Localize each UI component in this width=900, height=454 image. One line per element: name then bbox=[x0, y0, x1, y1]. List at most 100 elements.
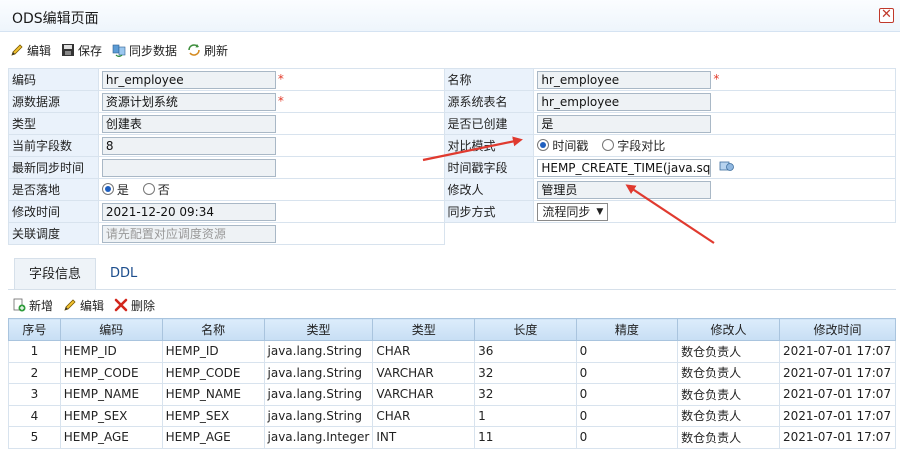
compare-fields-radio[interactable]: 字段对比 bbox=[602, 137, 665, 154]
source-table-label: 源系统表名 bbox=[443, 90, 535, 113]
sync-mode-select[interactable]: 流程同步 ▼ bbox=[537, 202, 609, 221]
table-cell: VARCHAR bbox=[372, 361, 476, 384]
table-cell: HEMP_AGE bbox=[59, 426, 163, 449]
table-cell: 5 bbox=[8, 426, 61, 449]
refresh-button[interactable]: 刷新 bbox=[187, 42, 228, 59]
table-cell: 0 bbox=[575, 340, 679, 363]
tab-ddl[interactable]: DDL bbox=[96, 258, 151, 289]
column-header[interactable]: 修改人 bbox=[677, 318, 780, 341]
column-header[interactable]: 长度 bbox=[474, 318, 577, 341]
landing-yes-radio[interactable]: 是 bbox=[101, 181, 129, 198]
table-cell: java.lang.String bbox=[263, 404, 374, 427]
table-cell: 0 bbox=[575, 404, 679, 427]
created-input[interactable]: 是 bbox=[537, 114, 712, 133]
column-header[interactable]: 精度 bbox=[575, 318, 679, 341]
table-cell: HEMP_CODE bbox=[161, 361, 265, 384]
add-label: 新增 bbox=[29, 298, 54, 313]
modify-time-input[interactable]: 2021-12-20 09:34 bbox=[101, 202, 276, 221]
compare-timestamp-radio[interactable]: 时间戳 bbox=[537, 137, 588, 154]
table-cell: HEMP_ID bbox=[161, 340, 265, 363]
modifier-input[interactable]: 管理员 bbox=[537, 180, 712, 199]
type-label: 类型 bbox=[8, 112, 99, 135]
table-cell: 0 bbox=[575, 383, 679, 406]
table-row[interactable]: 2 HEMP_CODE HEMP_CODE java.lang.String VARCH… bbox=[8, 361, 897, 384]
table-cell: 数仓负责人 bbox=[677, 404, 780, 427]
sync-data-button[interactable]: 同步数据 bbox=[112, 42, 177, 59]
table-body: 1 HEMP_ID HEMP_ID java.lang.String CHAR 36 0 数仓… bbox=[8, 340, 897, 449]
field-picker-icon[interactable] bbox=[719, 159, 735, 176]
landing-no-radio[interactable]: 否 bbox=[142, 181, 170, 198]
field-count-input[interactable]: 8 bbox=[101, 136, 276, 155]
table-cell: HEMP_NAME bbox=[59, 383, 163, 406]
table-cell: CHAR bbox=[372, 340, 476, 363]
timestamp-field-input[interactable]: HEMP_CREATE_TIME(java.sql.T bbox=[537, 158, 712, 177]
tab-field-info[interactable]: 字段信息 bbox=[14, 258, 97, 289]
column-header[interactable]: 编码 bbox=[59, 318, 163, 341]
required-mark: * bbox=[277, 94, 284, 108]
table-row[interactable]: 3 HEMP_NAME HEMP_NAME java.lang.String VARCH… bbox=[8, 383, 897, 406]
source-table-input[interactable]: hr_employee bbox=[537, 92, 712, 111]
refresh-icon bbox=[187, 43, 201, 57]
table-row[interactable]: 4 HEMP_SEX HEMP_SEX java.lang.String CHAR 1 0 数… bbox=[8, 404, 897, 427]
column-header[interactable]: 修改时间 bbox=[778, 318, 897, 341]
modify-time-label: 修改时间 bbox=[8, 200, 99, 223]
field-table: 序号 编码 名称 类型 类型 长度 精度 修改人 修改时间 1 HEMP_ID HEMP_ID jav… bbox=[8, 318, 897, 449]
table-row[interactable]: 1 HEMP_ID HEMP_ID java.lang.String CHAR 36 0 数仓… bbox=[8, 340, 897, 363]
modifier-label: 修改人 bbox=[443, 178, 535, 201]
table-cell: java.lang.String bbox=[263, 361, 374, 384]
timestamp-field-label: 时间戳字段 bbox=[443, 156, 535, 179]
add-doc-icon bbox=[12, 298, 26, 312]
table-cell: 36 bbox=[474, 340, 577, 363]
name-input[interactable]: hr_employee bbox=[537, 70, 712, 89]
table-cell: VARCHAR bbox=[372, 383, 476, 406]
table-cell: 2021-07-01 17:07 bbox=[778, 404, 897, 427]
sync-mode-label: 同步方式 bbox=[443, 200, 535, 223]
last-sync-input[interactable] bbox=[101, 158, 276, 177]
table-cell: java.lang.String bbox=[263, 340, 374, 363]
sync-label: 同步数据 bbox=[129, 43, 178, 58]
column-header[interactable]: 名称 bbox=[161, 318, 265, 341]
required-mark: * bbox=[713, 72, 720, 86]
source-label: 源数据源 bbox=[8, 90, 99, 113]
created-label: 是否已创建 bbox=[443, 112, 535, 135]
table-row[interactable]: 5 HEMP_AGE HEMP_AGE java.lang.Integer INT 11 0… bbox=[8, 426, 897, 449]
table-cell: 3 bbox=[8, 383, 61, 406]
edit-field-button[interactable]: 编辑 bbox=[63, 297, 104, 314]
table-cell: HEMP_NAME bbox=[161, 383, 265, 406]
table-cell: 4 bbox=[8, 404, 61, 427]
radio-circle bbox=[602, 139, 615, 152]
table-cell: 数仓负责人 bbox=[677, 361, 780, 384]
table-cell: 1 bbox=[8, 340, 61, 363]
table-cell: 2021-07-01 17:07 bbox=[778, 340, 897, 363]
delete-field-button[interactable]: 删除 bbox=[114, 297, 155, 314]
column-header[interactable]: 序号 bbox=[8, 318, 61, 341]
code-input[interactable]: hr_employee bbox=[101, 70, 276, 89]
landing-label: 是否落地 bbox=[8, 178, 99, 201]
sync-mode-value: 流程同步 bbox=[542, 205, 591, 219]
edit-button[interactable]: 编辑 bbox=[10, 42, 51, 59]
table-cell: 2 bbox=[8, 361, 61, 384]
delete-x-icon bbox=[114, 298, 128, 312]
type-input[interactable]: 创建表 bbox=[101, 114, 276, 133]
column-header[interactable]: 类型 bbox=[372, 318, 476, 341]
compare-fields-label: 字段对比 bbox=[617, 138, 666, 153]
table-cell: HEMP_SEX bbox=[59, 404, 163, 427]
add-field-button[interactable]: 新增 bbox=[12, 297, 53, 314]
schedule-input[interactable]: 请先配置对应调度资源 bbox=[101, 224, 276, 243]
compare-mode-label: 对比模式 bbox=[443, 134, 535, 157]
save-button[interactable]: 保存 bbox=[61, 42, 102, 59]
table-header-row: 序号 编码 名称 类型 类型 长度 精度 修改人 修改时间 bbox=[8, 318, 897, 341]
required-mark: * bbox=[277, 72, 284, 86]
floppy-icon bbox=[61, 43, 75, 57]
edit-label: 编辑 bbox=[27, 43, 52, 58]
save-label: 保存 bbox=[78, 43, 103, 58]
column-header[interactable]: 类型 bbox=[263, 318, 374, 341]
table-cell: 2021-07-01 17:07 bbox=[778, 383, 897, 406]
source-datasource-input[interactable]: 资源计划系统 bbox=[101, 92, 276, 111]
table-cell: java.lang.Integer bbox=[263, 426, 374, 449]
close-icon[interactable]: ✕ bbox=[879, 8, 894, 23]
radio-circle bbox=[142, 183, 155, 196]
chevron-down-icon: ▼ bbox=[596, 206, 604, 217]
delete-label: 删除 bbox=[131, 298, 156, 313]
table-cell: 11 bbox=[474, 426, 577, 449]
